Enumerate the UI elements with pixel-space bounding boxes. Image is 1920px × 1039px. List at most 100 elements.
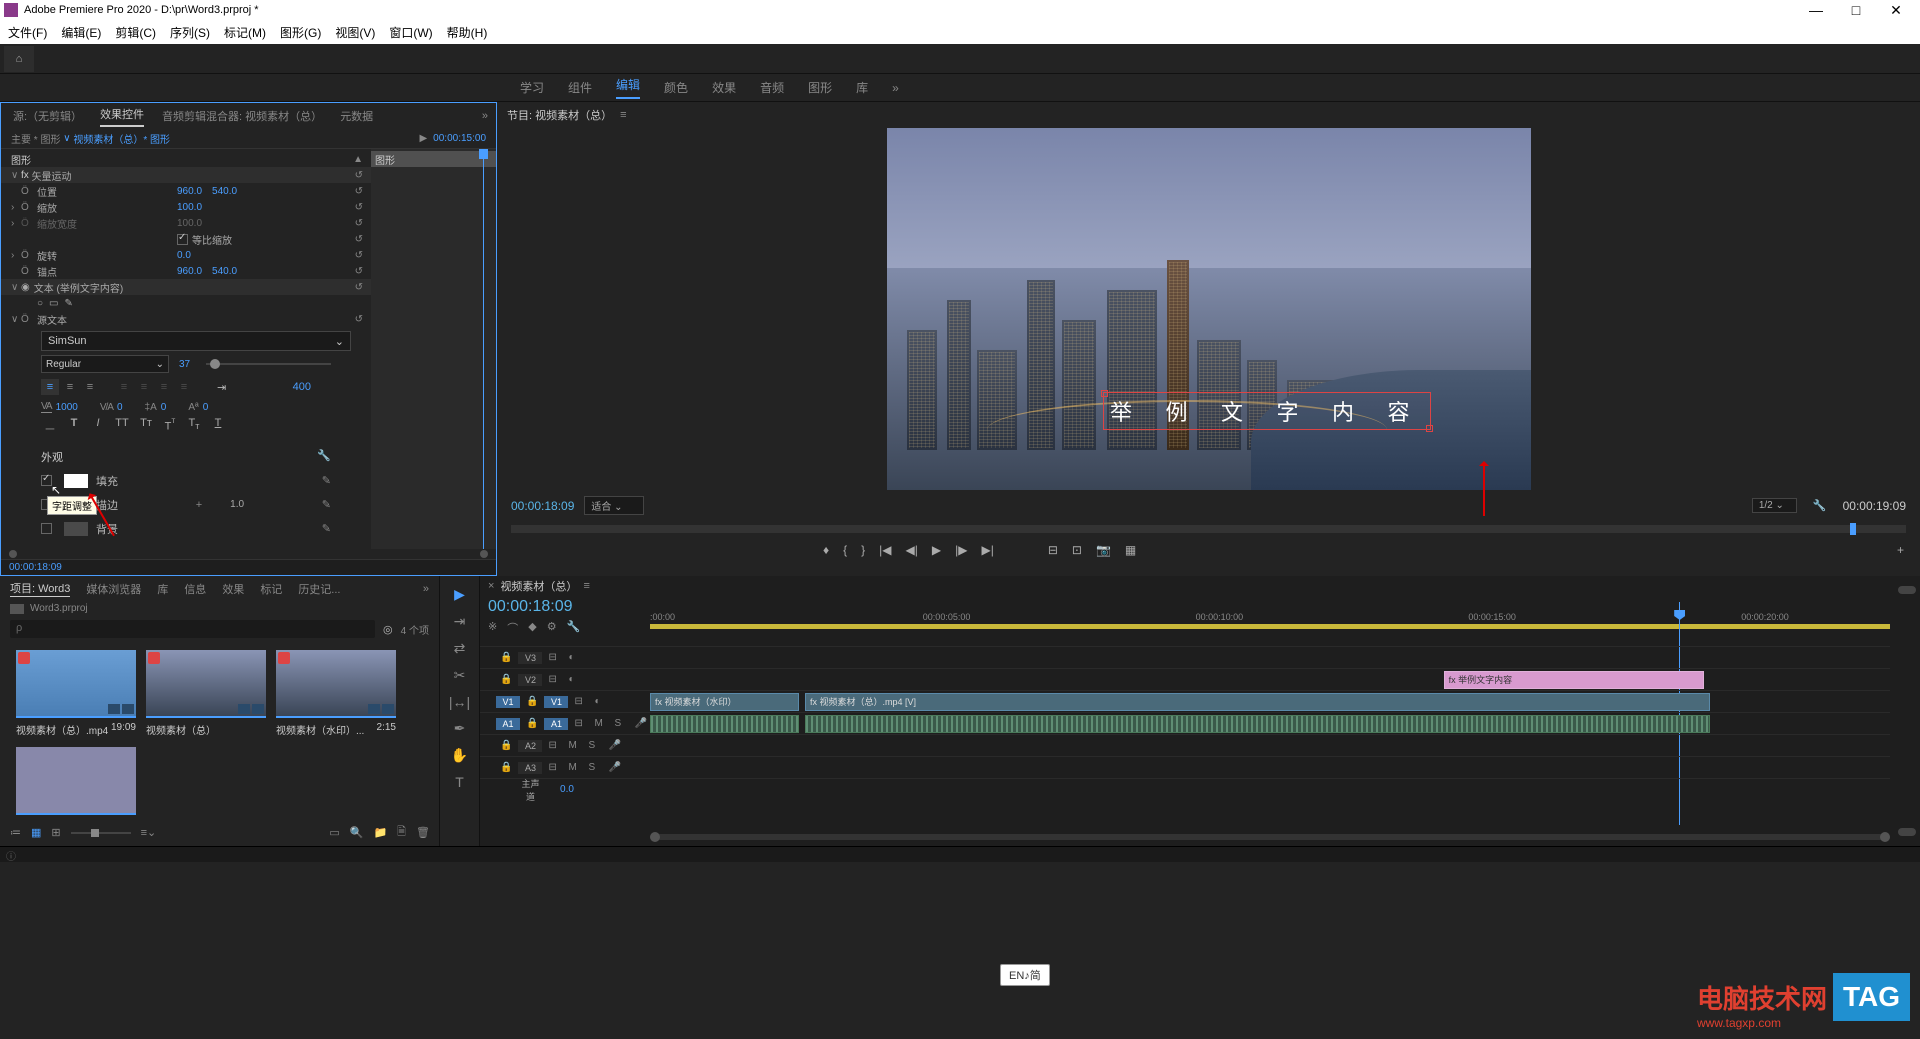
allcaps-button[interactable]: TT <box>113 417 131 433</box>
pen-tool[interactable]: ✒ <box>454 720 466 737</box>
reset-icon[interactable]: ↺ <box>355 314 363 325</box>
track-label[interactable]: A3 <box>518 762 542 774</box>
bg-checkbox[interactable] <box>41 523 52 534</box>
wrench-icon[interactable]: 🔧 <box>317 449 331 465</box>
reset-icon[interactable]: ↺ <box>355 250 363 261</box>
position-x[interactable]: 960.0 <box>177 186 202 197</box>
baseline-shift-control[interactable]: Aª 0 <box>188 402 208 413</box>
step-forward-button[interactable]: |▶ <box>955 543 967 557</box>
mark-out-button[interactable]: } <box>861 543 865 557</box>
track-label[interactable]: V2 <box>518 674 542 686</box>
scale-value[interactable]: 100.0 <box>177 202 202 213</box>
settings-icon[interactable]: ⚙ <box>547 620 557 636</box>
panel-overflow-icon[interactable]: » <box>423 583 429 595</box>
toggle-output-icon[interactable]: ⊟ <box>548 652 562 663</box>
sort-button[interactable]: ≡⌄ <box>141 826 157 839</box>
reset-icon[interactable]: ↺ <box>355 282 363 293</box>
tab-project[interactable]: 项目: Word3 <box>10 580 70 597</box>
rect-icon[interactable]: ▭ <box>49 298 58 309</box>
subscript-button[interactable]: Tᴛ <box>185 417 203 433</box>
toggle-output-icon[interactable]: ⊟ <box>574 718 588 729</box>
ec-footer-timecode[interactable]: 00:00:18:09 <box>9 562 62 573</box>
menu-file[interactable]: 文件(F) <box>8 24 47 41</box>
stroke-value[interactable]: 1.0 <box>230 499 244 510</box>
leading-value[interactable]: 0 <box>161 402 167 413</box>
menu-edit[interactable]: 编辑(E) <box>61 24 101 41</box>
toggle-output-icon[interactable]: ⊟ <box>548 674 562 685</box>
menu-clip[interactable]: 剪辑(C) <box>115 24 156 41</box>
tab-effect-controls[interactable]: 效果控件 <box>100 106 144 127</box>
eye-icon[interactable]: ◐ <box>568 652 582 663</box>
slip-tool[interactable]: |↔| <box>449 694 470 710</box>
ws-tab-effects[interactable]: 效果 <box>712 79 736 96</box>
menu-marker[interactable]: 标记(M) <box>224 24 266 41</box>
track-label[interactable]: A1 <box>544 718 568 730</box>
ec-play-icon[interactable]: ▶ <box>419 133 427 144</box>
timeline-zoom-bar[interactable] <box>650 834 1890 844</box>
timeline-sequence-title[interactable]: 视频素材（总） <box>500 578 577 594</box>
align-justify-last-right[interactable]: ≡ <box>175 379 193 395</box>
reset-icon[interactable]: ↺ <box>355 186 363 197</box>
reset-icon[interactable]: ↺ <box>355 170 363 181</box>
mark-in-button[interactable]: { <box>843 543 847 557</box>
ec-playhead[interactable] <box>483 149 484 549</box>
tab-source[interactable]: 源:（无剪辑） <box>13 108 82 124</box>
tracking-control[interactable]: VA 1000 <box>41 401 78 413</box>
auto-sequence-button[interactable]: ▭ <box>329 826 339 839</box>
bold-button[interactable]: T <box>65 417 83 433</box>
superscript-button[interactable]: Tᵀ <box>161 417 179 433</box>
anchor-x[interactable]: 960.0 <box>177 266 202 277</box>
lock-icon[interactable]: 🔒 <box>500 740 512 751</box>
align-center-button[interactable]: ≡ <box>61 379 79 395</box>
reset-icon[interactable]: ↺ <box>355 234 363 245</box>
fx-vector-motion[interactable]: ∨fx 矢量运动 ↺ <box>1 167 371 183</box>
lock-icon[interactable]: 🔒 <box>526 718 538 729</box>
uniform-checkbox[interactable] <box>177 234 188 245</box>
linked-selection-icon[interactable]: ⌒ <box>507 620 518 636</box>
scrubber-playhead[interactable] <box>1850 523 1856 535</box>
italic-button[interactable]: I <box>89 417 107 433</box>
kerning-value[interactable]: 0 <box>117 402 123 413</box>
timeline-clip[interactable]: fx 视频素材（水印） <box>650 693 799 711</box>
lock-icon[interactable]: 🔒 <box>500 762 512 773</box>
program-title[interactable]: 节目: 视频素材（总） <box>507 107 612 123</box>
leading-control[interactable]: ‡A 0 <box>145 402 167 413</box>
eye-icon[interactable]: ◉ <box>21 282 30 293</box>
project-item[interactable]: 视频素材（总） <box>146 650 266 737</box>
thumb-size-slider[interactable] <box>71 832 131 834</box>
timeline-clip-audio[interactable] <box>650 715 799 733</box>
lock-icon[interactable]: 🔒 <box>500 674 512 685</box>
snap-icon[interactable]: ※ <box>488 620 497 636</box>
ec-scroll-thumb-right[interactable] <box>480 550 488 558</box>
extract-button[interactable]: ⊡ <box>1072 543 1082 557</box>
ec-scroll-thumb-left[interactable] <box>9 550 17 558</box>
ime-indicator[interactable]: EN♪简 <box>1000 964 1050 986</box>
tab-effects[interactable]: 效果 <box>222 581 244 597</box>
eyedropper-icon[interactable]: ✎ <box>322 522 331 535</box>
tab-history[interactable]: 历史记... <box>298 581 340 597</box>
ec-mini-timeline[interactable]: 图形 <box>371 149 496 549</box>
voice-over-icon[interactable]: 🎤 <box>634 718 648 729</box>
stopwatch-icon[interactable]: Ö <box>21 202 33 213</box>
eyedropper-icon[interactable]: ✎ <box>322 498 331 511</box>
indent-value[interactable]: 400 <box>293 381 311 393</box>
fx-text[interactable]: ∨◉ 文本 (举例文字内容) ↺ <box>1 279 371 295</box>
project-search-input[interactable]: ρ <box>10 620 375 638</box>
freeform-view-button[interactable]: ⊞ <box>51 826 60 839</box>
menu-window[interactable]: 窗口(W) <box>389 24 432 41</box>
toggle-output-icon[interactable]: ⊟ <box>548 740 562 751</box>
text-overlay[interactable]: 举 例 文 字 内 容 <box>1103 392 1431 430</box>
wrench-icon[interactable]: 🔧 <box>567 620 581 636</box>
button-editor-button[interactable]: + <box>1897 543 1904 557</box>
marker-add-button[interactable]: ♦ <box>823 543 829 557</box>
track-select-tool[interactable]: ⇥ <box>454 613 466 630</box>
go-to-out-button[interactable]: ▶| <box>981 543 993 557</box>
menu-help[interactable]: 帮助(H) <box>447 24 488 41</box>
type-tool[interactable]: T <box>455 774 464 790</box>
timeline-clip-graphic[interactable]: fx 举例文字内容 <box>1444 671 1704 689</box>
font-family-select[interactable]: SimSun ⌄ <box>41 331 351 351</box>
lift-button[interactable]: ⊟ <box>1048 543 1058 557</box>
vertical-scroll-bottom[interactable] <box>1898 828 1916 836</box>
reset-icon[interactable]: ↺ <box>355 202 363 213</box>
align-right-button[interactable]: ≡ <box>81 379 99 395</box>
